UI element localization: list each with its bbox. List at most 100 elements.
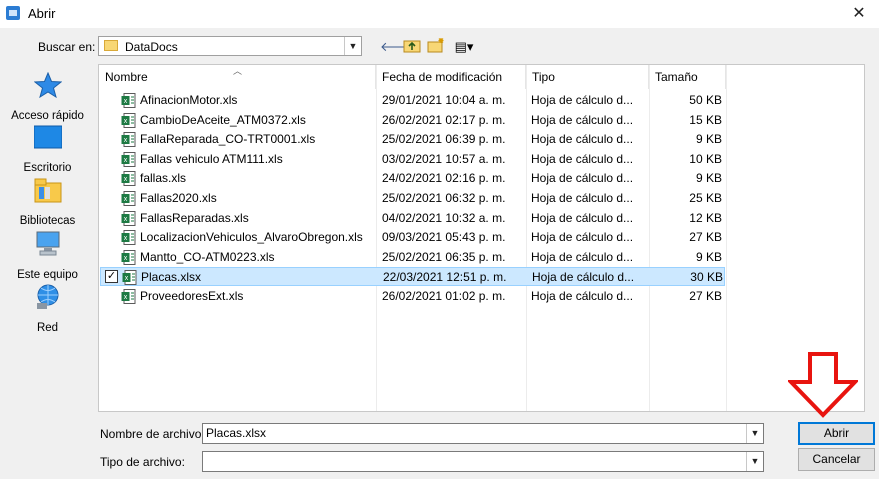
file-name: FallasReparadas.xls [140,210,249,225]
excel-file-icon: x [121,112,136,128]
network-icon [34,284,62,310]
file-size: 12 KB [689,210,722,225]
file-date: 09/03/2021 05:43 p. m. [382,230,506,245]
table-row[interactable]: x Fallas2020.xls 25/02/2021 06:32 p. m. Hoj… [100,189,725,208]
excel-file-icon: x [121,171,136,187]
file-type: Hoja de cálculo d... [531,210,634,225]
excel-file-icon: x [121,249,136,265]
file-date: 24/02/2021 02:16 p. m. [382,171,506,186]
table-row[interactable]: x Fallas vehiculo ATM111.xls 03/02/2021 10… [100,150,725,169]
table-row[interactable]: x AfinacionMotor.xls 29/01/2021 10:04 a. m… [100,91,725,110]
file-name: Fallas2020.xls [140,191,217,205]
svg-text:x: x [124,137,128,144]
file-list[interactable]: Nombre ︿ Fecha de modificación Tipo Tama… [98,64,865,412]
table-row[interactable]: x ProveedoresExt.xls 26/02/2021 01:02 p. m… [100,287,725,306]
file-date: 25/02/2021 06:32 p. m. [382,191,506,205]
file-size: 15 KB [689,112,722,127]
table-row[interactable]: x FallasReparadas.xls 04/02/2021 10:32 a. … [100,209,725,228]
computer-icon [34,231,62,257]
window-title: Abrir [28,6,56,21]
svg-text:x: x [125,275,129,282]
open-dialog-icon [6,6,20,20]
checkbox-icon[interactable]: ✓ [105,270,118,284]
file-type: Hoja de cálculo d... [531,112,634,127]
table-row[interactable]: x fallas.xls 24/02/2021 02:16 p. m. Hoja de… [100,169,725,188]
filetype-label: Tipo de archivo: [100,455,185,469]
new-folder-icon[interactable] [426,37,446,57]
column-header-type[interactable]: Tipo [526,65,649,89]
file-type: Hoja de cálculo d... [531,249,634,264]
back-icon[interactable]: 🡐 [380,37,415,57]
svg-text:x: x [124,157,128,164]
file-date: 29/01/2021 10:04 a. m. [382,93,506,107]
file-name: Mantto_CO-ATM0223.xls [140,249,275,264]
file-name: CambioDeAceite_ATM0372.xls [140,112,306,127]
filename-input[interactable]: Placas.xlsx ▼ [202,423,764,444]
chevron-down-icon[interactable]: ▼ [746,452,763,471]
chevron-down-icon[interactable]: ▼ [746,424,763,443]
file-date: 22/03/2021 12:51 p. m. [383,270,507,285]
folder-icon [104,40,118,51]
place-this-pc[interactable]: Este equipo [0,231,95,283]
file-size: 9 KB [695,249,722,264]
file-size: 30 KB [690,270,723,285]
svg-text:x: x [124,176,128,183]
place-libraries[interactable]: Bibliotecas [0,177,95,229]
table-row[interactable]: x LocalizacionVehiculos_AlvaroObregon.xls… [100,228,725,247]
place-desktop[interactable]: Escritorio [0,124,95,176]
view-menu-icon[interactable]: ▤▾ [450,37,478,57]
look-in-label: Buscar en: [38,40,96,54]
filename-label: Nombre de archivo: [100,427,205,441]
look-in-dropdown[interactable]: DataDocs ▼ [98,36,362,56]
excel-file-icon: x [121,93,136,108]
svg-text:x: x [124,216,128,223]
excel-file-icon: x [121,132,136,148]
excel-file-icon: x [122,270,137,286]
column-header-size[interactable]: Tamaño [649,65,726,89]
file-date: 26/02/2021 01:02 p. m. [382,289,506,303]
table-row[interactable]: x CambioDeAceite_ATM0372.xls 26/02/2021 02… [100,111,725,130]
file-name: LocalizacionVehiculos_AlvaroObregon.xls [140,230,363,245]
place-quick-access[interactable]: Acceso rápido [0,71,95,124]
up-folder-icon[interactable] [402,37,422,57]
star-icon [33,71,63,99]
table-row[interactable]: ✓ x Placas.xlsx 22/03/2021 12:51 p. m. Hoja … [100,267,725,287]
svg-text:x: x [124,235,128,242]
table-row[interactable]: x Mantto_CO-ATM0223.xls 25/02/2021 06:35 p… [100,248,725,267]
sort-ascending-icon: ︿ [233,66,243,76]
chevron-down-icon[interactable]: ▼ [344,37,361,55]
file-type: Hoja de cálculo d... [532,270,635,285]
file-name: ProveedoresExt.xls [140,289,244,303]
file-name: Placas.xlsx [141,270,202,285]
desktop-icon [33,124,63,150]
file-size: 25 KB [689,191,722,205]
open-button[interactable]: Abrir [798,422,875,445]
file-type: Hoja de cálculo d... [531,132,634,147]
file-size: 27 KB [689,230,722,245]
place-label: Este equipo [17,269,78,281]
svg-text:x: x [124,98,128,105]
title-bar: Abrir ✕ [0,0,879,28]
file-name: FallaReparada_CO-TRT0001.xls [140,132,316,147]
file-name: Fallas vehiculo ATM111.xls [140,151,283,166]
file-type: Hoja de cálculo d... [531,191,634,205]
svg-text:x: x [124,196,128,203]
excel-file-icon: x [121,210,136,226]
place-label: Acceso rápido [11,110,84,122]
close-button[interactable]: ✕ [839,0,879,28]
file-type: Hoja de cálculo d... [531,230,634,245]
column-label: Nombre [105,70,148,84]
filetype-select[interactable]: ▼ [202,451,764,472]
libraries-icon [34,177,62,203]
excel-file-icon: x [121,151,136,167]
file-date: 04/02/2021 10:32 a. m. [382,210,506,225]
excel-file-icon: x [121,191,136,206]
column-header-name[interactable]: Nombre ︿ [99,65,376,89]
column-header-date[interactable]: Fecha de modificación [376,65,526,89]
look-in-value: DataDocs [125,40,178,54]
svg-text:x: x [124,294,128,301]
table-row[interactable]: x FallaReparada_CO-TRT0001.xls 25/02/2021 … [100,130,725,149]
cancel-button[interactable]: Cancelar [798,448,875,471]
place-network[interactable]: Red [0,284,95,336]
file-type: Hoja de cálculo d... [531,289,634,303]
